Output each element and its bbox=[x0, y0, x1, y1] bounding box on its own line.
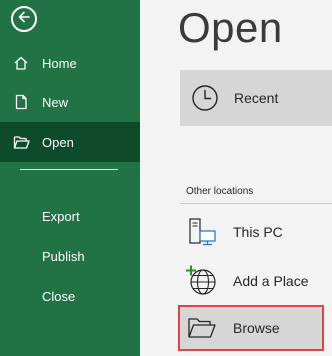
page-title: Open bbox=[178, 4, 283, 51]
back-button[interactable] bbox=[11, 6, 37, 32]
folder-open-icon bbox=[0, 135, 42, 150]
nav-item-open[interactable]: Open bbox=[0, 122, 140, 162]
clock-icon bbox=[184, 83, 226, 113]
nav-item-new[interactable]: New bbox=[0, 82, 140, 122]
this-pc-icon bbox=[182, 216, 222, 248]
nav-item-label: Export bbox=[42, 208, 80, 224]
location-browse[interactable]: Browse bbox=[178, 305, 324, 351]
nav-item-publish[interactable]: Publish bbox=[0, 236, 140, 276]
folder-browse-icon bbox=[182, 316, 222, 340]
backstage-sidebar: Home New Open Export Publish Close bbox=[0, 0, 140, 356]
nav-item-label: Open bbox=[42, 134, 74, 150]
nav-item-label: Publish bbox=[42, 248, 85, 264]
nav-item-label: Close bbox=[42, 288, 76, 304]
nav-item-label: New bbox=[42, 94, 69, 110]
backstage-open-view: Home New Open Export Publish Close Open … bbox=[0, 0, 332, 356]
nav-item-close[interactable]: Close bbox=[0, 276, 140, 316]
location-label: Browse bbox=[233, 320, 280, 336]
new-document-icon bbox=[0, 94, 42, 110]
location-this-pc[interactable]: This PC bbox=[180, 211, 322, 253]
nav-item-home[interactable]: Home bbox=[0, 43, 140, 83]
recent-label: Recent bbox=[234, 90, 279, 106]
nav-item-label: Home bbox=[42, 55, 77, 71]
recent-location[interactable]: Recent bbox=[180, 70, 332, 126]
location-add-a-place[interactable]: Add a Place bbox=[180, 260, 322, 302]
location-label: This PC bbox=[233, 224, 283, 240]
location-label: Add a Place bbox=[233, 273, 309, 289]
add-place-globe-icon bbox=[182, 264, 222, 298]
home-icon bbox=[0, 55, 42, 71]
open-main-pane: Open Recent Other locations This PC Add … bbox=[140, 0, 332, 356]
arrow-left-icon bbox=[17, 10, 31, 29]
nav-item-export[interactable]: Export bbox=[0, 196, 140, 236]
section-header-other-locations: Other locations bbox=[180, 186, 332, 204]
sidebar-divider bbox=[20, 169, 118, 170]
